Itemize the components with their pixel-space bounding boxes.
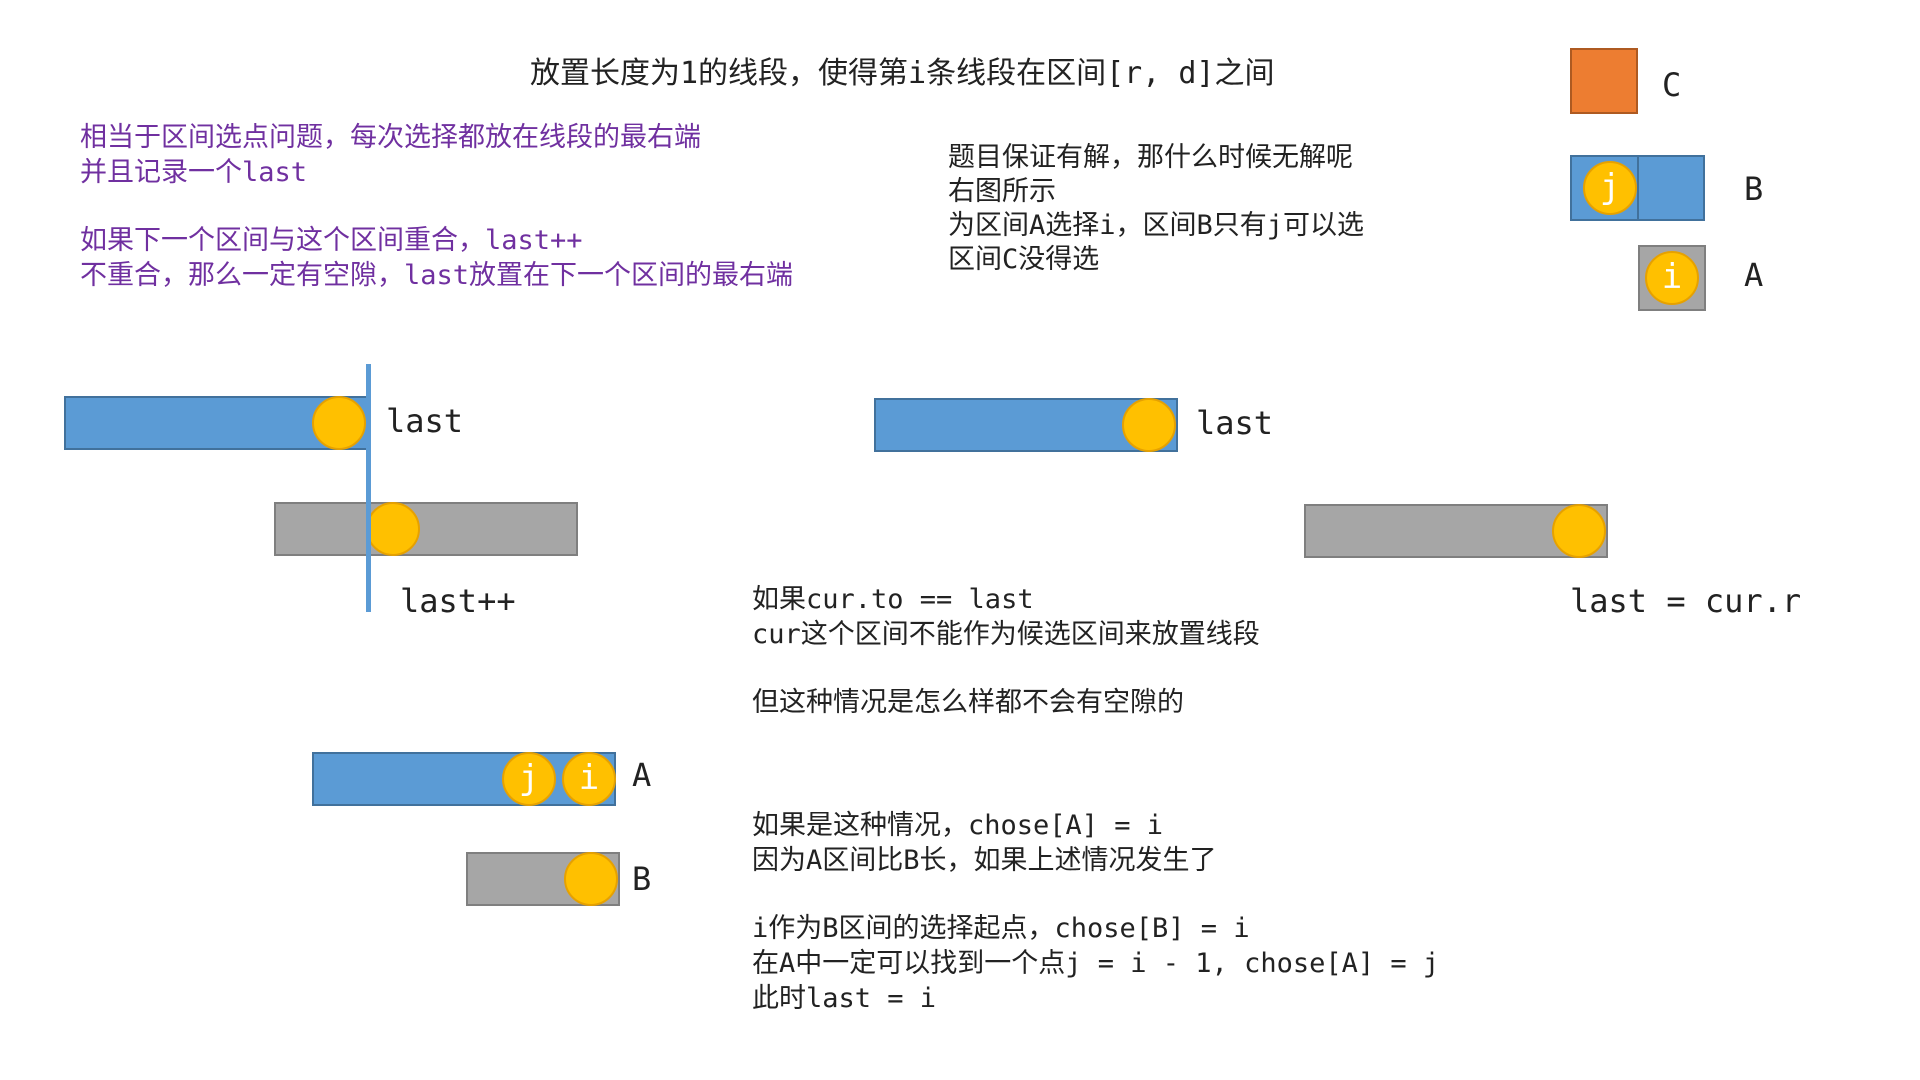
explain-line-4: 在A中一定可以找到一个点j = i - 1, chose[A] = j	[752, 948, 1440, 979]
case1-last-label: last	[386, 402, 464, 440]
explain-line-3: i作为B区间的选择起点，chose[B] = i	[752, 913, 1250, 944]
case3-point-j: j	[502, 752, 556, 806]
interval-c-box	[1570, 48, 1638, 114]
case3-a-label: A	[632, 756, 652, 794]
intro-line-3: 如果下一个区间与这个区间重合，last++	[80, 225, 583, 256]
intro-line-4: 不重合，那么一定有空隙，last放置在下一个区间的最右端	[80, 260, 794, 291]
case2-last-equals-label: last = cur.r	[1570, 582, 1802, 620]
legend-b-point: j	[1583, 161, 1637, 215]
middle-line-3: 但这种情况是怎么样都不会有空隙的	[752, 687, 1184, 718]
diagram-title: 放置长度为1的线段，使得第i条线段在区间[r, d]之间	[530, 56, 1275, 91]
legend-a-point: i	[1645, 251, 1699, 305]
case1-last-point	[312, 396, 366, 450]
explain-line-5: 此时last = i	[752, 983, 937, 1014]
case3-b-label: B	[632, 860, 652, 898]
question-line-3: 为区间A选择i，区间B只有j可以选	[948, 210, 1365, 241]
case1-current-interval	[274, 502, 578, 556]
explain-line-2: 因为A区间比B长，如果上述情况发生了	[752, 845, 1217, 876]
case3-b-point	[564, 852, 618, 906]
middle-line-1: 如果cur.to == last	[752, 584, 1034, 615]
case2-right-end-point	[1552, 504, 1606, 558]
legend-c-label: C	[1662, 66, 1682, 104]
explain-line-1: 如果是这种情况，chose[A] = i	[752, 810, 1164, 841]
question-line-4: 区间C没得选	[948, 244, 1100, 275]
case1-next-point	[366, 502, 420, 556]
legend-b-label: B	[1744, 170, 1764, 208]
intro-line-2: 并且记录一个last	[80, 157, 308, 188]
question-line-1: 题目保证有解，那什么时候无解呢	[948, 142, 1353, 173]
middle-line-2: cur这个区间不能作为候选区间来放置线段	[752, 619, 1260, 650]
case2-last-label: last	[1196, 404, 1274, 442]
intro-line-1: 相当于区间选点问题，每次选择都放在线段的最右端	[80, 122, 701, 153]
case2-last-point	[1122, 398, 1176, 452]
case1-last-marker-line	[366, 364, 371, 612]
question-line-2: 右图所示	[948, 176, 1056, 207]
interval-b-divider	[1637, 157, 1639, 219]
legend-a-label: A	[1744, 256, 1764, 294]
case1-last-increment-label: last++	[400, 582, 516, 620]
case3-point-i: i	[562, 752, 616, 806]
